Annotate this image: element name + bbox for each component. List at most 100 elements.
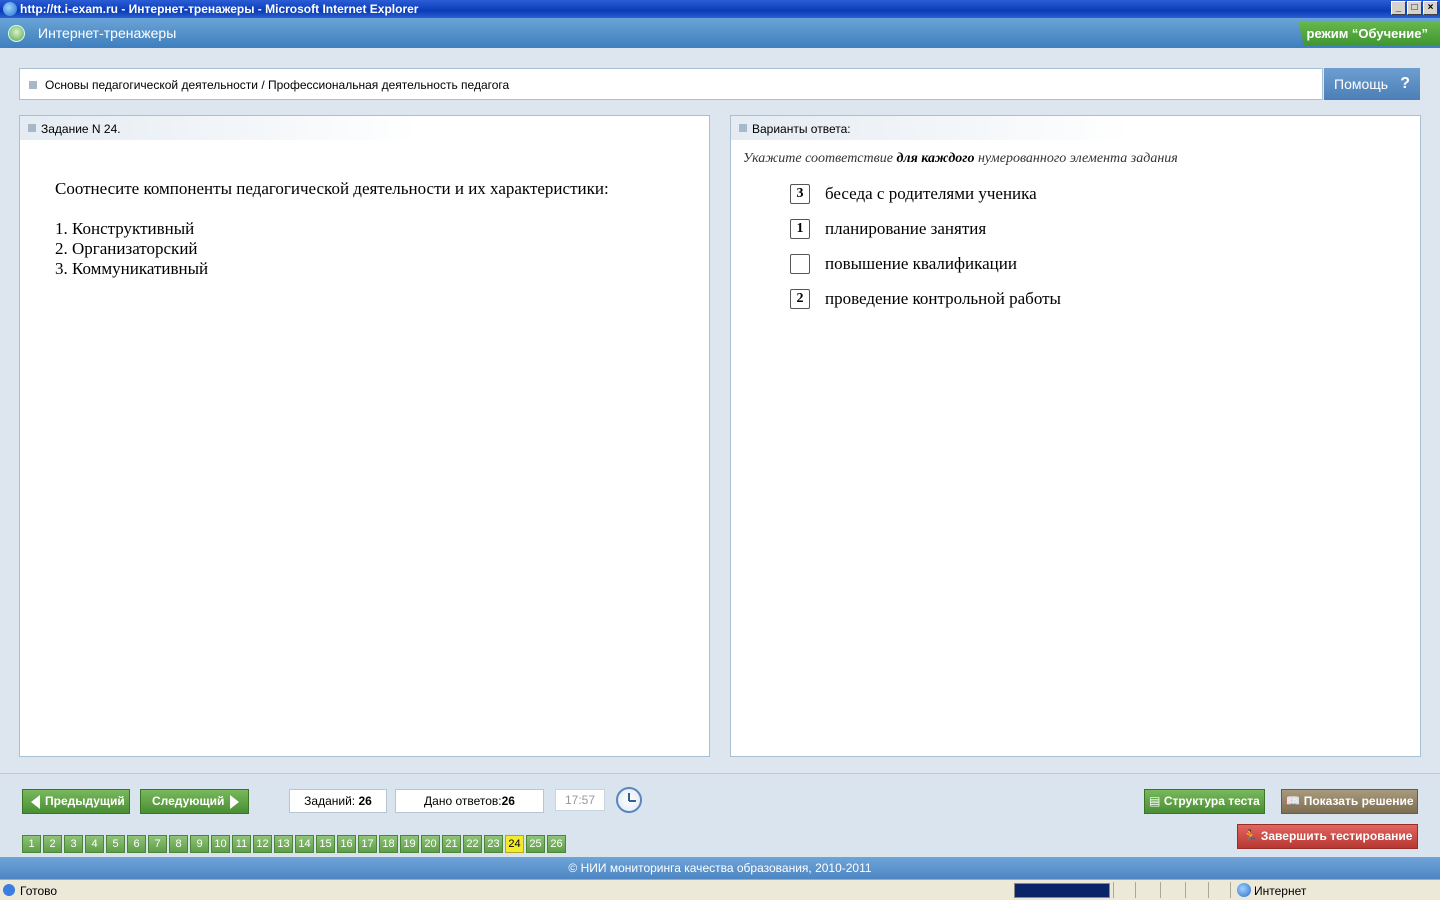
maximize-icon[interactable]: □ xyxy=(1407,1,1422,15)
breadcrumb: Основы педагогической деятельности / Про… xyxy=(19,68,1323,100)
close-icon[interactable]: × xyxy=(1423,1,1438,15)
page-button[interactable]: 5 xyxy=(106,835,125,853)
window-titlebar: http://tt.i-exam.ru - Интернет-тренажеры… xyxy=(0,0,1440,18)
internet-zone-icon xyxy=(1237,883,1251,897)
task-number: Задание N 24. xyxy=(41,122,121,136)
status-divider xyxy=(1230,882,1231,898)
answer-instruction: Укажите соответствие для каждого нумеров… xyxy=(743,151,1178,167)
window-title: http://tt.i-exam.ru - Интернет-тренажеры… xyxy=(20,2,419,16)
timer: 17:57 xyxy=(555,789,605,811)
page-button[interactable]: 19 xyxy=(400,835,419,853)
bullet-icon xyxy=(739,124,747,132)
page-button[interactable]: 2 xyxy=(43,835,62,853)
page-button[interactable]: 22 xyxy=(463,835,482,853)
page-button[interactable]: 18 xyxy=(379,835,398,853)
answer-panel-header: Варианты ответа: xyxy=(731,116,1131,140)
page-button[interactable]: 15 xyxy=(316,835,335,853)
window-controls: _ □ × xyxy=(1391,1,1438,15)
match-input[interactable]: 3 xyxy=(790,184,810,204)
question-icon: ? xyxy=(1400,75,1410,92)
task-item: 1. Конструктивный xyxy=(55,219,195,238)
task-item: 3. Коммуникативный xyxy=(55,259,209,278)
show-solution-button[interactable]: 📖 Показать решение xyxy=(1281,789,1418,814)
bullet-icon xyxy=(28,124,36,132)
minimize-icon[interactable]: _ xyxy=(1391,1,1406,15)
book-icon: 📖 xyxy=(1285,794,1304,808)
answer-panel-title: Варианты ответа: xyxy=(752,122,851,136)
page-button[interactable]: 12 xyxy=(253,835,272,853)
answers-counter-value: 26 xyxy=(501,794,515,808)
status-divider xyxy=(1113,882,1114,898)
status-text: Готово xyxy=(20,884,58,898)
next-label: Следующий xyxy=(152,794,225,808)
next-button[interactable]: Следующий xyxy=(140,789,249,814)
page-button[interactable]: 10 xyxy=(211,835,230,853)
instruction-text: нумерованного элемента задания xyxy=(974,151,1178,166)
answers-counter: Дано ответов:26 xyxy=(395,789,544,813)
ie-logo-icon xyxy=(3,2,17,16)
previous-button[interactable]: Предыдущий xyxy=(22,789,130,814)
answers-counter-label: Дано ответов: xyxy=(424,794,502,808)
progress-fill xyxy=(1015,884,1109,897)
page-button[interactable]: 26 xyxy=(547,835,566,853)
previous-label: Предыдущий xyxy=(45,794,125,808)
answer-option: 3 беседа с родителями ученика xyxy=(790,184,1037,204)
task-item: 2. Организаторский xyxy=(55,239,198,258)
bullet-icon xyxy=(29,81,37,89)
test-structure-button[interactable]: ▤ Структура теста xyxy=(1144,789,1265,814)
match-input[interactable] xyxy=(790,254,810,274)
footer: © НИИ мониторинга качества образования, … xyxy=(0,857,1440,879)
page-button[interactable]: 4 xyxy=(85,835,104,853)
page-button[interactable]: 17 xyxy=(358,835,377,853)
task-pager: 1 2 3 4 5 6 7 8 9 10 11 12 13 14 15 16 17 18 19 20 21 22 23 24 2… xyxy=(22,835,566,853)
answer-option-label: планирование занятия xyxy=(825,219,987,238)
help-button[interactable]: Помощь ? xyxy=(1324,68,1420,100)
page-button[interactable]: 21 xyxy=(442,835,461,853)
tasks-counter-label: Заданий: xyxy=(304,794,356,808)
answer-option-label: проведение контрольной работы xyxy=(825,289,1061,308)
help-label: Помощь xyxy=(1334,76,1389,92)
tasks-counter-value: 26 xyxy=(358,794,372,808)
status-divider xyxy=(1160,882,1161,898)
browser-statusbar: Готово Интернет xyxy=(0,879,1440,900)
page-button[interactable]: 24 xyxy=(505,835,524,853)
page-button[interactable]: 9 xyxy=(190,835,209,853)
page-button[interactable]: 23 xyxy=(484,835,503,853)
task-question: Соотнесите компоненты педагогической дея… xyxy=(55,179,609,198)
page-button[interactable]: 6 xyxy=(127,835,146,853)
answer-option-label: повышение квалификации xyxy=(825,254,1017,273)
page-button[interactable]: 13 xyxy=(274,835,293,853)
status-divider xyxy=(1185,882,1186,898)
instruction-emphasis: для каждого xyxy=(896,151,975,166)
page-button[interactable]: 20 xyxy=(421,835,440,853)
breadcrumb-text: Основы педагогической деятельности / Про… xyxy=(45,78,510,92)
match-input[interactable]: 2 xyxy=(790,289,810,309)
answer-panel: Варианты ответа: Укажите соответствие дл… xyxy=(730,115,1421,757)
task-content: Соотнесите компоненты педагогической дея… xyxy=(55,179,609,279)
status-divider xyxy=(1135,882,1136,898)
zone-text: Интернет xyxy=(1254,884,1307,898)
page-button[interactable]: 8 xyxy=(169,835,188,853)
finish-test-button[interactable]: 🏃 Завершить тестирование xyxy=(1237,824,1418,849)
page-button[interactable]: 7 xyxy=(148,835,167,853)
tasks-counter: Заданий: 26 xyxy=(289,789,387,813)
page-button[interactable]: 16 xyxy=(337,835,356,853)
answer-option: 1 планирование занятия xyxy=(790,219,986,239)
page-button[interactable]: 14 xyxy=(295,835,314,853)
page-button[interactable]: 25 xyxy=(526,835,545,853)
show-solution-label: Показать решение xyxy=(1303,794,1414,808)
page-button[interactable]: 11 xyxy=(232,835,251,853)
match-input[interactable]: 1 xyxy=(790,219,810,239)
list-icon: ▤ xyxy=(1149,794,1164,808)
arrow-right-icon xyxy=(230,794,240,809)
task-panel-header: Задание N 24. xyxy=(20,116,420,140)
answer-option-label: беседа с родителями ученика xyxy=(825,184,1037,203)
clock-icon xyxy=(616,787,642,813)
page-button[interactable]: 1 xyxy=(22,835,41,853)
answer-option: 2 проведение контрольной работы xyxy=(790,289,1061,309)
status-divider xyxy=(1208,882,1209,898)
page-button[interactable]: 3 xyxy=(64,835,83,853)
page-icon xyxy=(3,884,15,896)
answer-option: повышение квалификации xyxy=(790,254,1017,274)
progress-bar xyxy=(1014,883,1110,898)
